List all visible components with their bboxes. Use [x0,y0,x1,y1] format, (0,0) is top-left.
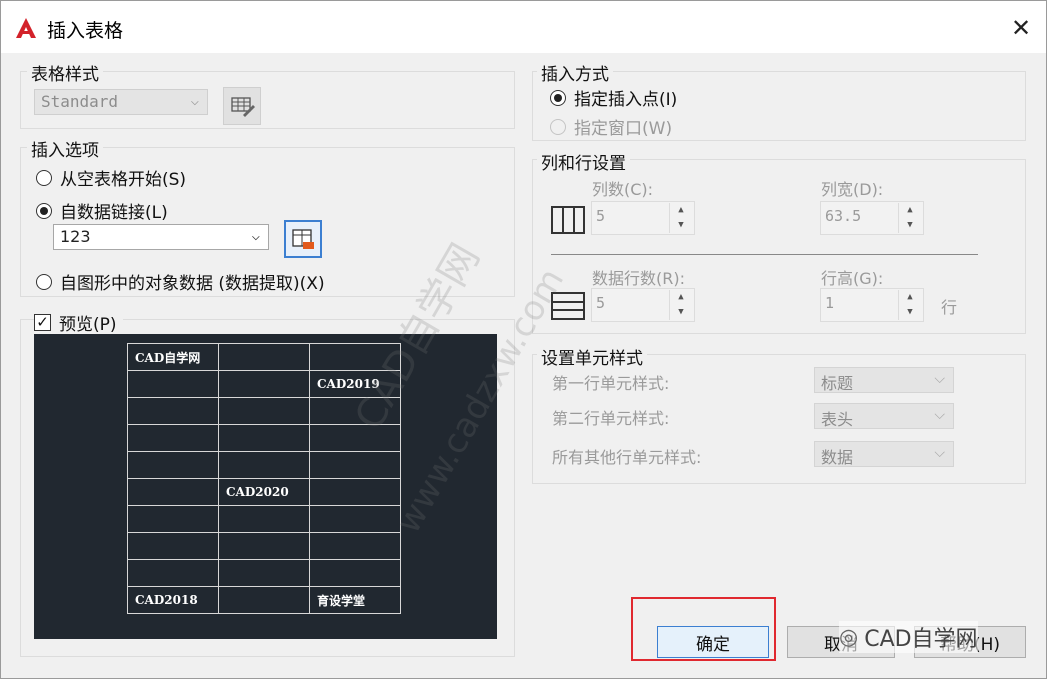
table-cell [218,370,310,398]
title-bar: 插入表格 ✕ [1,1,1046,53]
table-cell [127,424,219,452]
table-cell: CAD2020 [218,478,310,506]
column-row-settings-label: 列和行设置 [537,149,630,174]
data-link-select[interactable]: 123 ⌵ [53,224,269,250]
row-height-label: 行高(G): [821,269,884,288]
table-cell [309,478,401,506]
table-style-label: 表格样式 [27,60,103,85]
data-rows-label: 数据行数(R): [592,269,685,288]
radio-button-checked[interactable] [36,202,52,219]
second-row-style-label: 第二行单元样式: [552,409,670,428]
table-row [127,451,401,479]
other-rows-style-select[interactable]: 数据 ⌵ [814,441,954,467]
data-link-manager-button[interactable] [284,220,322,258]
row-height-unit: 行 [941,298,958,317]
cell-styles-label: 设置单元样式 [537,344,647,369]
table-row [127,559,401,587]
column-width-label: 列宽(D): [821,180,884,199]
table-cell [218,397,310,425]
table-cell [218,559,310,587]
insert-method-label: 插入方式 [537,60,613,85]
insert-table-dialog: 插入表格 ✕ 表格样式 Standard ⌵ 插入选项 从空表格开始(S) 自数… [0,0,1047,679]
table-row: CAD自学网 [127,343,401,371]
insert-options-label: 插入选项 [27,136,103,161]
columns-spinner[interactable]: 5 ▲ ▼ [591,201,695,235]
columns-icon [551,206,585,234]
data-link-icon [292,229,314,249]
first-row-style-label: 第一行单元样式: [552,374,670,393]
second-row-style-select[interactable]: 表头 ⌵ [814,403,954,429]
spinner-buttons[interactable]: ▲ ▼ [669,203,692,233]
data-rows-spinner[interactable]: 5 ▲ ▼ [591,288,695,322]
radio-button[interactable] [36,169,52,186]
table-cell [218,451,310,479]
table-cell [127,397,219,425]
columns-label: 列数(C): [592,180,654,199]
table-cell [127,478,219,506]
table-cell [127,559,219,587]
first-row-style-select[interactable]: 标题 ⌵ [814,367,954,393]
dialog-title: 插入表格 [47,20,124,42]
table-row: CAD2020 [127,478,401,506]
other-rows-style-label: 所有其他行单元样式: [552,448,702,467]
table-style-select[interactable]: Standard ⌵ [34,89,208,115]
table-cell [218,586,310,614]
spinner-buttons[interactable]: ▲ ▼ [669,290,692,320]
row-height-spinner[interactable]: 1 ▲ ▼ [820,288,924,322]
table-cell [218,424,310,452]
autocad-logo-icon [16,18,36,38]
table-cell: 育设学堂 [309,586,401,614]
spinner-buttons[interactable]: ▲ ▼ [898,290,921,320]
chevron-down-icon: ⌵ [934,371,945,387]
chevron-down-icon: ⌵ [190,93,199,109]
table-row [127,532,401,560]
table-row [127,424,401,452]
from-object-data-radio[interactable]: 自图形中的对象数据 (数据提取)(X) [36,269,325,294]
table-cell [309,451,401,479]
table-style-dialog-button[interactable] [223,87,261,125]
table-cell [127,451,219,479]
specify-insertion-point-radio[interactable]: 指定插入点(I) [550,85,677,110]
spinner-buttons[interactable]: ▲ ▼ [898,203,921,233]
table-cell [218,505,310,533]
table-row: CAD2018 育设学堂 [127,586,401,614]
radio-button-checked[interactable] [550,89,566,106]
radio-button[interactable] [550,118,566,135]
table-style-icon [231,97,255,117]
separator-line [551,254,978,255]
table-cell [309,559,401,587]
chevron-down-icon: ⌵ [934,407,945,423]
table-cell [218,343,310,371]
table-row [127,505,401,533]
chevron-down-icon: ⌵ [251,228,260,244]
column-width-spinner[interactable]: 63.5 ▲ ▼ [820,201,924,235]
close-icon[interactable]: ✕ [1008,14,1034,42]
from-data-link-radio[interactable]: 自数据链接(L) [36,198,168,223]
table-cell [127,505,219,533]
table-cell [127,532,219,560]
radio-button[interactable] [36,273,52,290]
table-cell [309,532,401,560]
table-cell [309,505,401,533]
preview-checkbox[interactable]: ✓ [34,314,51,331]
table-cell: CAD2018 [127,586,219,614]
chevron-down-icon: ⌵ [934,445,945,461]
wechat-icon: ◎ [839,624,859,650]
table-cell: CAD自学网 [127,343,219,371]
ok-button[interactable]: 确定 [657,626,769,658]
specify-window-radio[interactable]: 指定窗口(W) [550,114,672,139]
table-cell [127,370,219,398]
corner-watermark: ◎ CAD自学网 [839,621,978,653]
start-empty-radio[interactable]: 从空表格开始(S) [36,165,186,190]
preview-checkbox-row[interactable]: ✓ 预览(P) [34,310,123,335]
table-cell [218,532,310,560]
